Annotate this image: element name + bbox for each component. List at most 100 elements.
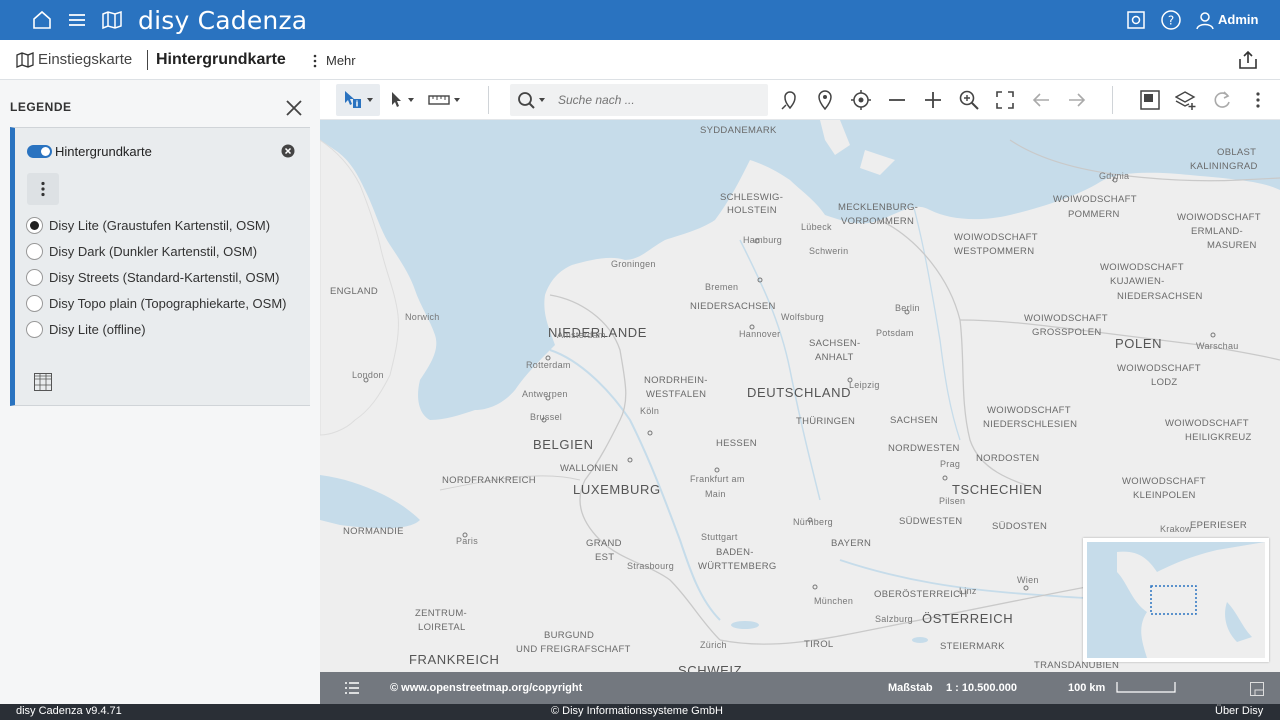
radio-button[interactable] bbox=[26, 320, 43, 338]
zoom-in-button[interactable] bbox=[921, 88, 945, 112]
map-label-region: OBERÖSTERREICH bbox=[874, 589, 968, 600]
arrow-right-icon bbox=[1069, 93, 1086, 107]
status-bar: disy Cadenza v9.4.71 © Disy Informations… bbox=[0, 704, 1280, 720]
map-label-region: NIEDERSCHLESIEN bbox=[983, 419, 1078, 430]
basemap-option[interactable]: Disy Topo plain (Topographiekarte, OSM) bbox=[26, 293, 287, 313]
radio-button[interactable] bbox=[26, 242, 43, 260]
minus-icon bbox=[889, 99, 905, 101]
measure-tool-button[interactable] bbox=[426, 88, 466, 112]
map-label-city: Nürnberg bbox=[793, 517, 833, 527]
user-icon[interactable] bbox=[1193, 8, 1217, 32]
map-label-region: WOIWODSCHAFT bbox=[1053, 194, 1137, 205]
map-label-city: München bbox=[814, 596, 854, 606]
settings-icon[interactable] bbox=[1124, 8, 1148, 32]
search-input[interactable] bbox=[558, 90, 758, 110]
fullscreen-button[interactable] bbox=[993, 88, 1017, 112]
map-view[interactable]: NIEDERLANDE DEUTSCHLAND BELGIEN LUXEMBUR… bbox=[320, 120, 1280, 672]
scale-value[interactable]: 1 : 10.500.000 bbox=[946, 682, 1017, 694]
option-label: Disy Lite (offline) bbox=[49, 321, 146, 337]
map-label-region: EPERIESER bbox=[1190, 520, 1248, 531]
more-options-button[interactable] bbox=[1246, 88, 1270, 112]
map-label-city: Pilsen bbox=[939, 496, 966, 506]
search-icon[interactable] bbox=[516, 90, 552, 110]
more-vert-icon bbox=[41, 181, 45, 197]
layers-add-icon bbox=[1175, 91, 1196, 110]
help-icon[interactable]: ? bbox=[1159, 8, 1183, 32]
map-label-region: WESTFALEN bbox=[646, 389, 707, 400]
arrow-left-icon bbox=[1032, 93, 1049, 107]
next-extent-button[interactable] bbox=[1065, 88, 1089, 112]
info-tool-button[interactable]: i bbox=[336, 84, 380, 116]
remove-layer-icon[interactable] bbox=[281, 144, 295, 158]
option-label: Disy Topo plain (Topographiekarte, OSM) bbox=[49, 295, 287, 311]
map-label-region: WOIWODSCHAFT bbox=[1122, 476, 1206, 487]
map-label-city: Antwerpen bbox=[522, 389, 568, 399]
map-label-city: Strasbourg bbox=[627, 561, 675, 571]
home-icon[interactable] bbox=[30, 8, 54, 32]
basemap-option[interactable]: Disy Dark (Dunkler Kartenstil, OSM) bbox=[26, 241, 257, 261]
scale-label: Maßstab bbox=[888, 682, 933, 694]
map-label-city: Salzburg bbox=[875, 614, 913, 624]
map-label-region: THÜRINGEN bbox=[796, 416, 856, 427]
layer-visibility-toggle[interactable] bbox=[27, 145, 52, 158]
radio-button[interactable] bbox=[26, 294, 43, 312]
breadcrumb-parent[interactable]: Einstiegskarte bbox=[38, 51, 132, 68]
layer-name: Hintergrundkarte bbox=[55, 144, 152, 159]
about-link[interactable]: Über Disy bbox=[1215, 705, 1263, 717]
grid-icon[interactable] bbox=[34, 373, 52, 391]
map-label-region: NORDOSTEN bbox=[976, 453, 1040, 464]
map-label-region: NORDRHEIN- bbox=[644, 375, 708, 386]
map-icon[interactable] bbox=[100, 8, 124, 32]
osm-copyright-link[interactable]: © www.openstreetmap.org/copyright bbox=[390, 682, 582, 694]
overview-map-button[interactable] bbox=[1138, 88, 1162, 112]
map-label-city: Brussel bbox=[530, 412, 563, 422]
map-label-country: FRANKREICH bbox=[409, 652, 500, 667]
location-search-button[interactable] bbox=[778, 88, 802, 112]
select-tool-button[interactable] bbox=[388, 88, 420, 112]
map-label-region: KUJAWIEN- bbox=[1110, 276, 1165, 287]
overview-map-image bbox=[1087, 542, 1265, 658]
map-label-region: NIEDERSACHSEN bbox=[690, 301, 776, 312]
zoom-out-button[interactable] bbox=[885, 88, 909, 112]
zoom-box-button[interactable] bbox=[957, 88, 981, 112]
map-label-region: WOIWODSCHAFT bbox=[954, 232, 1038, 243]
map-label-region: UND FREIGRAFSCHAFT bbox=[516, 644, 631, 655]
map-label-region: NORMANDIE bbox=[343, 526, 404, 537]
map-label-city: Frankfurt am bbox=[690, 474, 745, 484]
share-icon[interactable] bbox=[1237, 49, 1259, 71]
svg-text:?: ? bbox=[1168, 14, 1174, 28]
legend-panel: LEGENDE Hintergrundkarte Disy Lite (Grau… bbox=[0, 80, 320, 704]
toolbar-divider bbox=[1112, 86, 1113, 114]
option-label: Disy Lite (Graustufen Kartenstil, OSM) bbox=[49, 217, 271, 233]
close-icon[interactable] bbox=[284, 98, 304, 118]
set-marker-button[interactable] bbox=[813, 88, 837, 112]
radio-button[interactable] bbox=[26, 216, 43, 234]
refresh-button[interactable] bbox=[1210, 88, 1234, 112]
basemap-option[interactable]: Disy Lite (offline) bbox=[26, 319, 146, 339]
breadcrumb: Einstiegskarte Hintergrundkarte Mehr bbox=[0, 40, 1280, 80]
map-label-region: ERMLAND- bbox=[1191, 226, 1244, 237]
map-label-city: Krakow bbox=[1160, 524, 1192, 534]
map-label-region: SÜDOSTEN bbox=[992, 521, 1048, 532]
my-location-button[interactable] bbox=[849, 88, 873, 112]
map-label-region: MECKLENBURG- bbox=[838, 202, 919, 213]
more-vert-icon bbox=[313, 54, 317, 68]
previous-extent-button[interactable] bbox=[1029, 88, 1053, 112]
map-label-country: ÖSTERREICH bbox=[922, 611, 1014, 626]
map-label-region: NORDFRANKREICH bbox=[442, 475, 536, 486]
menu-icon[interactable] bbox=[65, 8, 89, 32]
user-name[interactable]: Admin bbox=[1218, 12, 1258, 27]
basemap-option[interactable]: Disy Lite (Graustufen Kartenstil, OSM) bbox=[26, 215, 270, 235]
map-label-region: WOIWODSCHAFT bbox=[1165, 418, 1249, 429]
layer-card: Hintergrundkarte Disy Lite (Graustufen K… bbox=[10, 127, 310, 406]
layer-options-button[interactable] bbox=[27, 173, 59, 205]
list-icon[interactable] bbox=[345, 682, 359, 694]
map-label-country: SCHWEIZ bbox=[678, 663, 743, 672]
radio-button[interactable] bbox=[26, 268, 43, 286]
basemap-option[interactable]: Disy Streets (Standard-Kartenstil, OSM) bbox=[26, 267, 279, 287]
overview-map[interactable] bbox=[1083, 538, 1269, 662]
add-layer-button[interactable] bbox=[1174, 88, 1198, 112]
map-label-region: BADEN- bbox=[716, 547, 754, 558]
more-menu-button[interactable]: Mehr bbox=[326, 53, 356, 68]
expand-icon[interactable] bbox=[1250, 682, 1264, 696]
